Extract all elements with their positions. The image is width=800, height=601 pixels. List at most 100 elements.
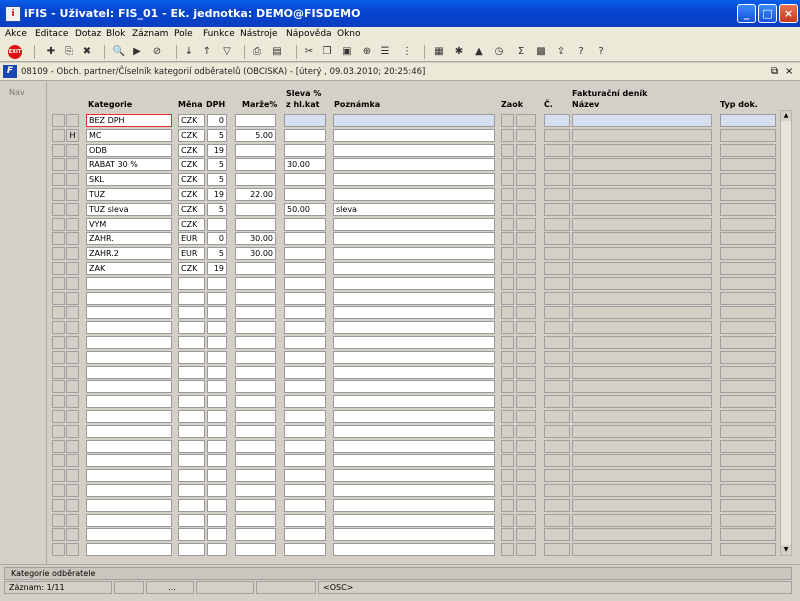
row-indicator[interactable]	[52, 454, 65, 467]
marze-field[interactable]	[235, 380, 276, 393]
cislo-field[interactable]	[544, 514, 570, 527]
mena-field[interactable]	[178, 395, 205, 408]
dph-field[interactable]	[207, 380, 227, 393]
kategorie-field[interactable]	[86, 292, 172, 305]
zaok2-field[interactable]	[516, 528, 536, 541]
typ-dok-field[interactable]	[720, 514, 776, 527]
zaok2-field[interactable]	[516, 499, 536, 512]
marze-field[interactable]	[235, 336, 276, 349]
mena-field[interactable]	[178, 484, 205, 497]
cislo-field[interactable]	[544, 277, 570, 290]
marze-field[interactable]	[235, 262, 276, 275]
sleva-field[interactable]	[284, 425, 326, 438]
poznamka-field[interactable]	[333, 543, 495, 556]
cislo-field[interactable]	[544, 188, 570, 201]
zaok-field[interactable]	[501, 380, 514, 393]
row-indicator[interactable]	[52, 173, 65, 186]
row-indicator[interactable]	[52, 188, 65, 201]
typ-dok-field[interactable]	[720, 277, 776, 290]
insert-record-icon[interactable]: ✚	[44, 45, 58, 59]
marze-field[interactable]	[235, 454, 276, 467]
sleva-field[interactable]	[284, 410, 326, 423]
menu-1[interactable]: Editace	[35, 29, 68, 39]
print-icon[interactable]: ⎙	[250, 45, 264, 59]
menu-8[interactable]: Nápověda	[286, 29, 332, 39]
cislo-field[interactable]	[544, 528, 570, 541]
marze-field[interactable]	[235, 440, 276, 453]
fakt-nazev-field[interactable]	[572, 366, 712, 379]
kategorie-field[interactable]: ODB	[86, 144, 172, 157]
row-indicator[interactable]	[52, 514, 65, 527]
zaok2-field[interactable]	[516, 144, 536, 157]
poznamka-field[interactable]	[333, 454, 495, 467]
cislo-field[interactable]	[544, 262, 570, 275]
kategorie-field[interactable]	[86, 395, 172, 408]
poznamka-field[interactable]	[333, 440, 495, 453]
fakt-nazev-field[interactable]	[572, 395, 712, 408]
cislo-field[interactable]	[544, 499, 570, 512]
sleva-field[interactable]	[284, 395, 326, 408]
typ-dok-field[interactable]	[720, 158, 776, 171]
kategorie-field[interactable]: TUZ	[86, 188, 172, 201]
typ-dok-field[interactable]	[720, 247, 776, 260]
row-indicator[interactable]	[52, 469, 65, 482]
kategorie-field[interactable]	[86, 469, 172, 482]
restore-form-icon[interactable]: ⧉	[771, 66, 778, 77]
typ-dok-field[interactable]	[720, 203, 776, 216]
poznamka-field[interactable]	[333, 218, 495, 231]
poznamka-field[interactable]	[333, 514, 495, 527]
cislo-field[interactable]	[544, 425, 570, 438]
exit-button[interactable]: EXIT	[8, 45, 22, 59]
fakt-nazev-field[interactable]	[572, 484, 712, 497]
cislo-field[interactable]	[544, 129, 570, 142]
mena-field[interactable]	[178, 351, 205, 364]
poznamka-field[interactable]	[333, 410, 495, 423]
marze-field[interactable]	[235, 351, 276, 364]
zaok-field[interactable]	[501, 321, 514, 334]
kategorie-field[interactable]	[86, 380, 172, 393]
marze-field[interactable]	[235, 158, 276, 171]
dph-field[interactable]: 19	[207, 188, 227, 201]
zaok2-field[interactable]	[516, 380, 536, 393]
zaok-field[interactable]	[501, 499, 514, 512]
kategorie-field[interactable]	[86, 336, 172, 349]
settings-icon[interactable]: ✱	[452, 45, 466, 59]
zaok-field[interactable]	[501, 543, 514, 556]
menu-4[interactable]: Záznam	[132, 29, 168, 39]
menu-9[interactable]: Okno	[337, 29, 361, 39]
zaok-field[interactable]	[501, 514, 514, 527]
row-indicator[interactable]	[52, 425, 65, 438]
fakt-nazev-field[interactable]	[572, 203, 712, 216]
sleva-field[interactable]	[284, 499, 326, 512]
cislo-field[interactable]	[544, 469, 570, 482]
clock-icon[interactable]: ◷	[492, 45, 506, 59]
row-indicator[interactable]	[52, 395, 65, 408]
row-indicator[interactable]	[52, 410, 65, 423]
mena-field[interactable]: CZK	[178, 114, 205, 127]
zaok2-field[interactable]	[516, 277, 536, 290]
mena-field[interactable]	[178, 528, 205, 541]
marze-field[interactable]	[235, 469, 276, 482]
typ-dok-field[interactable]	[720, 425, 776, 438]
typ-dok-field[interactable]	[720, 454, 776, 467]
vertical-scrollbar[interactable]: ▲ ▼	[780, 110, 792, 556]
cislo-field[interactable]	[544, 114, 570, 127]
dph-field[interactable]	[207, 528, 227, 541]
marze-field[interactable]	[235, 499, 276, 512]
mena-field[interactable]	[178, 366, 205, 379]
zaok-field[interactable]	[501, 129, 514, 142]
zaok2-field[interactable]	[516, 351, 536, 364]
cislo-field[interactable]	[544, 321, 570, 334]
mena-field[interactable]: CZK	[178, 173, 205, 186]
mena-field[interactable]	[178, 410, 205, 423]
fakt-nazev-field[interactable]	[572, 158, 712, 171]
sum-icon[interactable]: Σ	[514, 45, 528, 59]
typ-dok-field[interactable]	[720, 543, 776, 556]
cislo-field[interactable]	[544, 173, 570, 186]
poznamka-field[interactable]	[333, 499, 495, 512]
marze-field[interactable]	[235, 425, 276, 438]
kategorie-field[interactable]	[86, 351, 172, 364]
kategorie-field[interactable]: MC	[86, 129, 172, 142]
zaok-field[interactable]	[501, 351, 514, 364]
zaok-field[interactable]	[501, 425, 514, 438]
